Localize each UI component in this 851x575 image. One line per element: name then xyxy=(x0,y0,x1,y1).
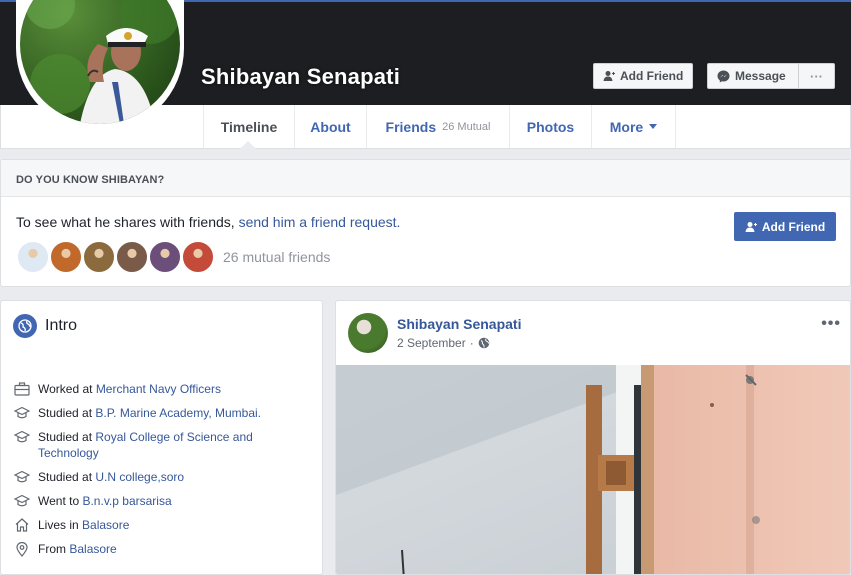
do-you-know-heading: DO YOU KNOW SHIBAYAN? xyxy=(1,160,850,197)
intro-item-prefix: From xyxy=(38,542,70,556)
add-friend-button[interactable]: Add Friend xyxy=(593,63,694,89)
send-friend-request-link[interactable]: send him a friend request. xyxy=(239,214,401,230)
intro-education-item: Studied at Royal College of Science and … xyxy=(13,429,273,461)
briefcase-icon xyxy=(13,381,30,397)
tab-label: Photos xyxy=(526,118,575,135)
add-friend-label: Add Friend xyxy=(761,219,826,234)
intro-education-item: Studied at B.P. Marine Academy, Mumbai. xyxy=(13,405,313,421)
intro-item-link[interactable]: Merchant Navy Officers xyxy=(96,382,221,396)
timeline-post: Shibayan Senapati 2 September · ••• xyxy=(335,300,851,575)
intro-item-prefix: Lives in xyxy=(38,518,83,532)
caret-down-icon xyxy=(649,124,658,129)
intro-title: Intro xyxy=(45,317,78,334)
home-icon xyxy=(13,517,30,533)
intro-education-item: Studied at U.N college,soro xyxy=(13,469,313,485)
post-author-avatar[interactable] xyxy=(348,313,388,353)
intro-item-text: Studied at U.N college,soro xyxy=(38,469,184,485)
tab-label: Timeline xyxy=(220,118,278,135)
tab-label: Friends xyxy=(385,118,437,135)
intro-item-text: From Balasore xyxy=(38,541,117,557)
add-friend-label: Add Friend xyxy=(620,69,684,83)
tab-about[interactable]: About xyxy=(295,105,367,148)
mutual-friend-avatar[interactable] xyxy=(49,240,83,274)
intro-heading: Intro xyxy=(13,314,77,338)
post-author-name[interactable]: Shibayan Senapati xyxy=(397,316,521,332)
intro-item-text: Studied at Royal College of Science and … xyxy=(38,429,273,461)
intro-work-item: Worked at Merchant Navy Officers xyxy=(13,381,313,397)
prompt-text: To see what he shares with friends, xyxy=(16,214,239,230)
profile-picture[interactable] xyxy=(20,0,180,124)
profile-name[interactable]: Shibayan Senapati xyxy=(201,64,400,90)
tab-photos[interactable]: Photos xyxy=(510,105,592,148)
intro-item-link[interactable]: B.n.v.p barsarisa xyxy=(82,494,171,508)
tab-friends[interactable]: Friends 26 Mutual xyxy=(367,105,510,148)
public-globe-icon[interactable] xyxy=(478,337,490,349)
messenger-icon xyxy=(717,70,730,82)
mutual-friend-avatar[interactable] xyxy=(181,240,215,274)
intro-item-prefix: Worked at xyxy=(38,382,96,396)
tab-label: About xyxy=(310,118,351,135)
intro-item-prefix: Studied at xyxy=(38,470,96,484)
mutual-friend-avatar[interactable] xyxy=(16,240,50,274)
mutual-friends-count: 26 Mutual xyxy=(442,120,491,133)
tab-more[interactable]: More xyxy=(592,105,676,148)
intro-card: Intro Worked at Merchant Navy Officers S… xyxy=(0,300,323,575)
add-friend-icon xyxy=(603,71,615,81)
intro-item-text: Went to B.n.v.p barsarisa xyxy=(38,493,172,509)
intro-lives-item: Lives in Balasore xyxy=(13,517,313,533)
intro-item-text: Lives in Balasore xyxy=(38,517,129,533)
intro-education-item: Went to B.n.v.p barsarisa xyxy=(13,493,313,509)
mutual-friends-link[interactable]: 26 mutual friends xyxy=(223,249,330,265)
post-options-menu[interactable]: ••• xyxy=(821,315,841,333)
globe-icon xyxy=(13,314,37,338)
graduation-cap-icon xyxy=(13,469,30,485)
mutual-friend-avatar[interactable] xyxy=(148,240,182,274)
post-timestamp[interactable]: 2 September xyxy=(397,336,466,350)
friend-request-prompt: To see what he shares with friends, send… xyxy=(16,214,400,230)
intro-item-text: Worked at Merchant Navy Officers xyxy=(38,381,221,397)
graduation-cap-icon xyxy=(13,429,30,445)
mutual-friend-avatar[interactable] xyxy=(115,240,149,274)
mutual-friend-avatar[interactable] xyxy=(82,240,116,274)
add-friend-button-secondary[interactable]: Add Friend xyxy=(734,212,836,241)
do-you-know-box: DO YOU KNOW SHIBAYAN? To see what he sha… xyxy=(0,159,851,287)
add-friend-icon xyxy=(745,221,757,232)
post-timestamp-row: 2 September · xyxy=(397,336,490,350)
mutual-friends-avatars xyxy=(16,240,215,274)
more-options-button[interactable]: ··· xyxy=(798,63,835,89)
intro-item-prefix: Went to xyxy=(38,494,83,508)
message-label: Message xyxy=(735,69,786,83)
intro-item-text: Studied at B.P. Marine Academy, Mumbai. xyxy=(38,405,261,421)
intro-item-link[interactable]: Balasore xyxy=(82,518,129,532)
intro-item-link[interactable]: Balasore xyxy=(69,542,116,556)
message-button[interactable]: Message xyxy=(707,63,799,89)
intro-item-link[interactable]: B.P. Marine Academy, Mumbai. xyxy=(95,406,261,420)
graduation-cap-icon xyxy=(13,493,30,509)
post-photo[interactable] xyxy=(336,365,851,575)
intro-item-prefix: Studied at xyxy=(38,430,96,444)
intro-item-prefix: Studied at xyxy=(38,406,96,420)
location-pin-icon xyxy=(13,541,30,557)
intro-from-item: From Balasore xyxy=(13,541,313,557)
tab-label: More xyxy=(609,118,644,135)
graduation-cap-icon xyxy=(13,405,30,421)
intro-item-link[interactable]: U.N college,soro xyxy=(95,470,184,484)
separator-dot: · xyxy=(469,336,474,350)
more-dots-icon: ··· xyxy=(810,68,823,84)
active-tab-indicator xyxy=(240,141,256,149)
